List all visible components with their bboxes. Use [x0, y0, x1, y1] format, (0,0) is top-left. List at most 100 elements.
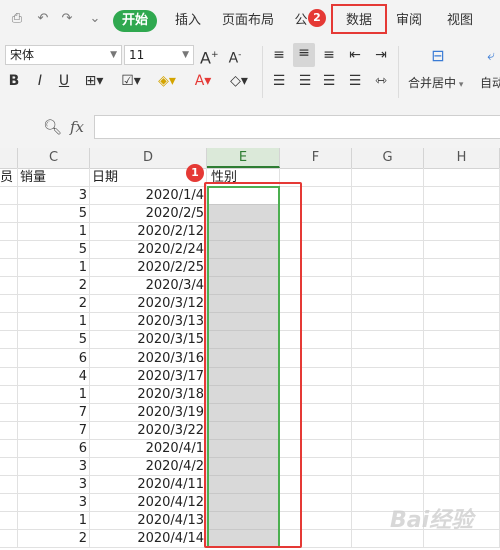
cell-g-row[interactable]: [352, 205, 424, 223]
cell-c-row[interactable]: 3: [18, 458, 90, 476]
cell-c-row[interactable]: 3: [18, 476, 90, 494]
cell-b-row[interactable]: [0, 386, 18, 404]
clear-format-icon[interactable]: ◇▾: [226, 71, 252, 91]
cell-b-row[interactable]: [0, 440, 18, 458]
align-top-icon[interactable]: ≡: [270, 45, 288, 65]
cell-g-row[interactable]: [352, 349, 424, 368]
cell-d-row[interactable]: 2020/3/4: [90, 277, 207, 295]
cell-c-row[interactable]: 5: [18, 241, 90, 259]
cell-g-row[interactable]: [352, 368, 424, 386]
cell-c-row[interactable]: 6: [18, 440, 90, 458]
cell-h-row[interactable]: [424, 440, 500, 458]
cell-b-row[interactable]: [0, 295, 18, 313]
cell-c-header[interactable]: 销量: [18, 168, 90, 187]
cell-c-row[interactable]: 7: [18, 404, 90, 422]
font-size-select[interactable]: 11 ▼: [124, 45, 194, 65]
cell-d-row[interactable]: 2020/4/2: [90, 458, 207, 476]
more-chevron-icon[interactable]: ⌄: [88, 12, 102, 26]
cell-b-row[interactable]: [0, 331, 18, 349]
cell-d-row[interactable]: 2020/3/16: [90, 349, 207, 368]
cell-h-row[interactable]: [424, 277, 500, 295]
cell-d-row[interactable]: 2020/4/11: [90, 476, 207, 494]
fx-icon[interactable]: fx: [70, 118, 90, 136]
cell-d-row[interactable]: 2020/3/15: [90, 331, 207, 349]
cell-d-row[interactable]: 2020/2/24: [90, 241, 207, 259]
cell-c-row[interactable]: 1: [18, 386, 90, 404]
cell-g-row[interactable]: [352, 223, 424, 241]
cell-d-row[interactable]: 2020/2/12: [90, 223, 207, 241]
cell-g-row[interactable]: [352, 458, 424, 476]
font-color-icon[interactable]: A▾: [190, 71, 216, 91]
cell-b-row[interactable]: [0, 205, 18, 223]
cell-c-row[interactable]: 5: [18, 205, 90, 223]
cell-h-row[interactable]: [424, 187, 500, 205]
cell-h-row[interactable]: [424, 241, 500, 259]
column-header-b[interactable]: [0, 148, 18, 168]
cell-b-header[interactable]: 员: [0, 168, 18, 187]
italic-icon[interactable]: I: [32, 71, 48, 91]
align-left-icon[interactable]: ☰: [270, 71, 288, 91]
cell-d-row[interactable]: 2020/3/22: [90, 422, 207, 440]
cell-h-row[interactable]: [424, 205, 500, 223]
tab-formulas[interactable]: 公: [293, 10, 309, 32]
align-bottom-icon[interactable]: ≡: [320, 45, 338, 65]
cell-h-row[interactable]: [424, 476, 500, 494]
align-middle-icon[interactable]: ≡: [293, 43, 315, 67]
merge-center-button[interactable]: 合并居中 ▾: [408, 74, 468, 91]
cell-d-row[interactable]: 2020/4/14: [90, 530, 207, 548]
cell-g-row[interactable]: [352, 331, 424, 349]
cell-b-row[interactable]: [0, 241, 18, 259]
cell-h-row[interactable]: [424, 223, 500, 241]
cell-d-row[interactable]: 2020/3/18: [90, 386, 207, 404]
cell-c-row[interactable]: 4: [18, 368, 90, 386]
decrease-font-icon[interactable]: A-: [226, 45, 244, 67]
tab-review[interactable]: 审阅: [393, 10, 425, 32]
cell-b-row[interactable]: [0, 530, 18, 548]
preview-icon[interactable]: ⎙: [10, 12, 24, 26]
cell-c-row[interactable]: 1: [18, 512, 90, 530]
distributed-align-icon[interactable]: ⇿: [372, 71, 390, 91]
cell-c-row[interactable]: 2: [18, 295, 90, 313]
cell-b-row[interactable]: [0, 368, 18, 386]
column-header-h[interactable]: H: [424, 148, 500, 168]
cell-g-row[interactable]: [352, 313, 424, 331]
cell-style-icon[interactable]: ☑▾: [118, 71, 144, 91]
cell-b-row[interactable]: [0, 494, 18, 512]
cell-b-row[interactable]: [0, 422, 18, 440]
font-name-select[interactable]: 宋体 ▼: [5, 45, 122, 65]
cell-g-row[interactable]: [352, 422, 424, 440]
cell-g-row[interactable]: [352, 277, 424, 295]
cell-b-row[interactable]: [0, 476, 18, 494]
column-header-f[interactable]: F: [280, 148, 352, 168]
align-center-icon[interactable]: ☰: [296, 71, 314, 91]
auto-wrap-button[interactable]: 自动: [480, 74, 500, 91]
cell-c-row[interactable]: 3: [18, 187, 90, 205]
cell-g-row[interactable]: [352, 440, 424, 458]
cell-c-row[interactable]: 1: [18, 259, 90, 277]
column-header-e[interactable]: E: [207, 148, 280, 168]
cell-h-row[interactable]: [424, 458, 500, 476]
tab-start[interactable]: 开始: [113, 10, 157, 32]
justify-icon[interactable]: ☰: [346, 71, 364, 91]
cell-g-row[interactable]: [352, 241, 424, 259]
undo-icon[interactable]: ↶: [36, 12, 50, 26]
column-header-c[interactable]: C: [18, 148, 90, 168]
cell-d-row[interactable]: 2020/4/12: [90, 494, 207, 512]
increase-font-icon[interactable]: A+: [200, 45, 219, 67]
cell-g-row[interactable]: [352, 386, 424, 404]
cell-c-row[interactable]: 1: [18, 313, 90, 331]
cell-h-row[interactable]: [424, 331, 500, 349]
cell-d-row[interactable]: 2020/3/19: [90, 404, 207, 422]
cell-b-row[interactable]: [0, 313, 18, 331]
cell-g-header[interactable]: [352, 168, 424, 187]
formula-input[interactable]: [94, 115, 500, 139]
cell-d-row[interactable]: 2020/4/1: [90, 440, 207, 458]
cell-c-row[interactable]: 5: [18, 331, 90, 349]
zoom-search-icon[interactable]: 🔍︎: [43, 118, 62, 136]
cell-h-row[interactable]: [424, 422, 500, 440]
indent-increase-icon[interactable]: ⇥: [372, 45, 390, 65]
cell-b-row[interactable]: [0, 223, 18, 241]
cell-g-row[interactable]: [352, 295, 424, 313]
cell-d-row[interactable]: 2020/1/4: [90, 187, 207, 205]
cell-c-row[interactable]: 3: [18, 494, 90, 512]
